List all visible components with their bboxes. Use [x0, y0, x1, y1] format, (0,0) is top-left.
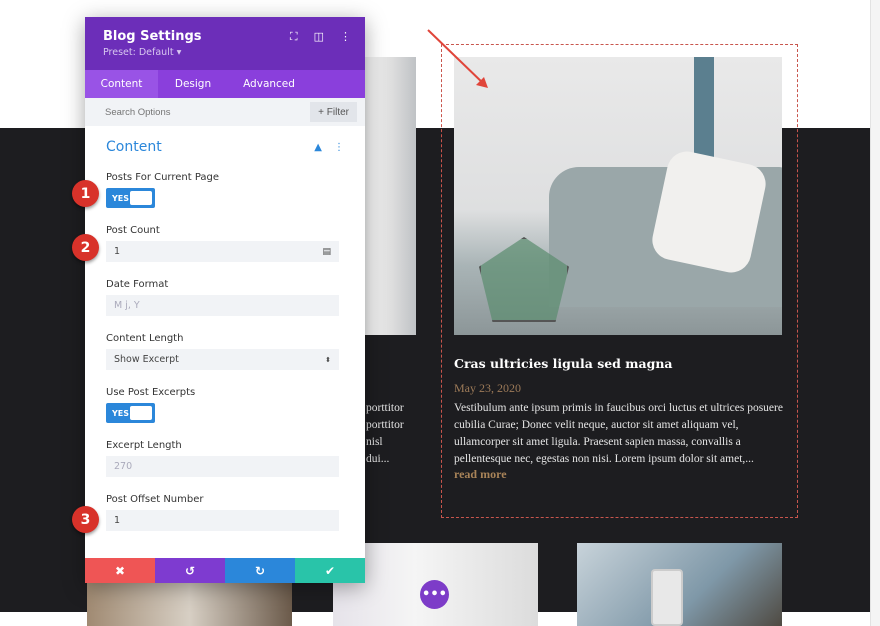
step-badge-1: 1: [72, 180, 99, 207]
excerpt-length-input[interactable]: 270: [106, 456, 339, 477]
post-title[interactable]: Cras ultricies ligula sed magna: [454, 356, 673, 371]
select-arrows-icon: ⬍: [325, 355, 331, 364]
preset-dropdown[interactable]: Preset: Default ▾: [103, 47, 347, 58]
step-badge-3: 3: [72, 506, 99, 533]
content-length-select[interactable]: Show Excerpt ⬍: [106, 349, 339, 370]
post-count-input[interactable]: 1 ▤: [106, 241, 339, 262]
offset-input[interactable]: 1: [106, 510, 339, 531]
filter-button[interactable]: + Filter: [310, 102, 357, 122]
redo-button[interactable]: ↻: [225, 558, 295, 583]
search-input[interactable]: [105, 106, 285, 118]
sidebar-layout-icon[interactable]: ◫: [314, 30, 324, 44]
phone: [651, 569, 683, 626]
tab-design[interactable]: Design: [158, 70, 228, 98]
date-format-label: Date Format: [106, 279, 169, 290]
panel-tabs: Content Design Advanced: [85, 70, 365, 98]
excerpt-length-label: Excerpt Length: [106, 440, 182, 451]
posts-current-toggle[interactable]: YES: [106, 188, 155, 208]
left-post-excerpt: porttitor porttitor nisl dui...: [366, 402, 404, 465]
post-image[interactable]: [454, 57, 782, 335]
tab-advanced[interactable]: Advanced: [228, 70, 310, 98]
tab-content[interactable]: Content: [85, 70, 158, 98]
cancel-button[interactable]: ✖: [85, 558, 155, 583]
panel-footer: ✖ ↺ ↻ ✔: [85, 558, 365, 583]
dynamic-content-icon[interactable]: ▤: [322, 247, 331, 257]
section-header[interactable]: Content ▲ ⋮: [106, 139, 344, 155]
post-excerpt: Vestibulum ante ipsum primis in faucibus…: [454, 402, 783, 465]
fullscreen-icon[interactable]: ⛶: [290, 30, 298, 44]
more-options-button[interactable]: •••: [420, 580, 449, 609]
bottom-image-office: [87, 583, 292, 626]
section-title: Content: [106, 139, 162, 155]
kebab-menu-icon[interactable]: ⋮: [340, 30, 351, 44]
step-badge-2: 2: [72, 234, 99, 261]
panel-header: Blog Settings Preset: Default ▾ ⛶ ◫ ⋮: [85, 17, 365, 70]
scrollbar[interactable]: [870, 0, 880, 626]
undo-button[interactable]: ↺: [155, 558, 225, 583]
bottom-image-phone: [577, 543, 782, 626]
post-count-label: Post Count: [106, 225, 160, 236]
save-button[interactable]: ✔: [295, 558, 365, 583]
settings-panel: Blog Settings Preset: Default ▾ ⛶ ◫ ⋮ Co…: [85, 17, 365, 583]
use-excerpts-toggle[interactable]: YES: [106, 403, 155, 423]
content-length-label: Content Length: [106, 333, 184, 344]
posts-current-label: Posts For Current Page: [106, 172, 220, 183]
post-date: May 23, 2020: [454, 381, 521, 395]
section-menu-icon[interactable]: ⋮: [334, 142, 344, 153]
arrow-annotation: [427, 29, 488, 88]
offset-label: Post Offset Number: [106, 494, 204, 505]
date-format-input[interactable]: M j, Y: [106, 295, 339, 316]
read-more-link[interactable]: read more: [454, 467, 507, 482]
search-bar: + Filter: [85, 98, 365, 126]
wall-frame: [694, 57, 714, 167]
chevron-up-icon[interactable]: ▲: [314, 142, 322, 153]
use-excerpts-label: Use Post Excerpts: [106, 387, 196, 398]
